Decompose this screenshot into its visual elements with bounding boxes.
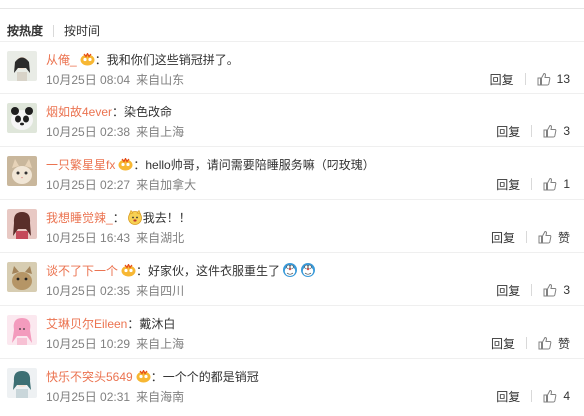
reply-button[interactable]: 回复	[496, 282, 520, 299]
like-button[interactable]: 4	[543, 389, 570, 403]
comment-item: 快乐不突头5649 ： 一个个的都是销冠 10月25日 02:31 来自海南 回…	[0, 359, 584, 412]
action-separator	[524, 73, 526, 85]
avatar[interactable]	[7, 315, 37, 345]
action-separator	[525, 231, 527, 243]
comment-separator: ：	[133, 157, 146, 172]
comment-item: 艾琳贝尔Eileen ： 戴沐白 10月25日 10:29 来自上海 回复 赞	[0, 306, 584, 359]
comment-text: 一个个的都是销冠	[162, 369, 259, 384]
like-count: 4	[563, 389, 570, 403]
comment-text: 我和你们这些销冠拼了。	[106, 52, 239, 67]
thumbs-up-icon	[543, 283, 557, 297]
avatar[interactable]	[7, 209, 37, 239]
comment-time: 10月25日 02:27	[46, 177, 131, 192]
username-link[interactable]: 艾琳贝尔Eileen	[46, 315, 127, 332]
like-count: 赞	[557, 230, 570, 245]
top-divider	[0, 8, 584, 9]
comment-text: 染色改命	[124, 104, 173, 119]
thumbs-up-icon	[537, 72, 551, 86]
like-count: 赞	[557, 336, 570, 351]
vip-badge-icon	[136, 369, 151, 383]
comment-location: 来自上海	[136, 124, 185, 139]
sort-bar: 按热度 按时间	[7, 21, 100, 41]
action-separator	[531, 178, 533, 190]
doraemon-emoji-icon	[300, 262, 316, 278]
comment-text: 戴沐白	[139, 316, 176, 331]
comment-location: 来自山东	[136, 72, 185, 87]
comment-separator: ：	[127, 316, 140, 331]
comment-time: 10月25日 02:31	[46, 389, 131, 404]
username-link[interactable]: 从俺_	[46, 51, 77, 68]
comment-item: 从俺_ ： 我和你们这些销冠拼了。 10月25日 08:04 来自山东 回复 1…	[0, 41, 584, 94]
like-button[interactable]: 1	[543, 177, 570, 191]
thumbs-up-icon	[543, 124, 557, 138]
comment-time: 10月25日 02:35	[46, 283, 131, 298]
comment-location: 来自四川	[136, 283, 185, 298]
reply-button[interactable]: 回复	[496, 123, 520, 140]
comment-item: 烟如故4ever ： 染色改命 10月25日 02:38 来自上海 回复 3	[0, 94, 584, 147]
comment-item: 谈不了下一个 ： 好家伙，这件衣服重生了 10月25日 02:35 来自四川 回…	[0, 253, 584, 306]
username-link[interactable]: 烟如故4ever	[46, 103, 112, 120]
comment-item: 一只繁星星fx ： hello帅哥，请问需要陪睡服务嘛（叼玫瑰） 10月25日 …	[0, 147, 584, 200]
avatar[interactable]	[7, 262, 37, 292]
comment-text: hello帅哥，请问需要陪睡服务嘛（叼玫瑰）	[145, 157, 375, 172]
reply-button[interactable]: 回复	[496, 388, 520, 405]
comment-time: 10月25日 10:29	[46, 336, 131, 351]
action-separator	[525, 337, 527, 349]
comment-separator: ：	[112, 210, 125, 225]
vip-badge-icon	[80, 52, 95, 66]
action-separator	[531, 125, 533, 137]
like-button[interactable]: 3	[543, 283, 570, 297]
comment-separator: ：	[112, 104, 125, 119]
action-separator	[531, 284, 533, 296]
comment-separator: ：	[136, 263, 149, 278]
action-separator	[531, 390, 533, 402]
comment-list: 从俺_ ： 我和你们这些销冠拼了。 10月25日 08:04 来自山东 回复 1…	[0, 41, 584, 412]
username-link[interactable]: 我想睡觉辣_	[46, 209, 113, 226]
comment-item: 我想睡觉辣_ ： 我去！！ 10月25日 16:43 来自湖北 回复 赞	[0, 200, 584, 253]
avatar[interactable]	[7, 368, 37, 398]
avatar[interactable]	[7, 103, 37, 133]
comment-separator: ：	[94, 52, 107, 67]
thumbs-up-icon	[543, 177, 557, 191]
comment-text: 我去！！	[142, 210, 191, 225]
reply-button[interactable]: 回复	[496, 176, 520, 193]
reply-button[interactable]: 回复	[491, 335, 515, 352]
comment-time: 10月25日 02:38	[46, 124, 131, 139]
vip-badge-icon	[118, 157, 133, 171]
sort-by-hot-tab[interactable]: 按热度	[7, 22, 43, 40]
reply-button[interactable]: 回复	[491, 229, 515, 246]
doraemon-emoji-icon	[282, 262, 298, 278]
like-button[interactable]: 赞	[538, 229, 570, 246]
cat-emoji-icon	[127, 209, 143, 225]
comment-location: 来自海南	[136, 389, 185, 404]
like-count: 13	[556, 72, 570, 86]
comment-text: 好家伙，这件衣服重生了	[148, 263, 281, 278]
username-link[interactable]: 一只繁星星fx	[46, 156, 115, 173]
username-link[interactable]: 快乐不突头5649	[46, 368, 133, 385]
comment-time: 10月25日 16:43	[46, 230, 131, 245]
username-link[interactable]: 谈不了下一个	[46, 262, 118, 279]
sort-by-time-tab[interactable]: 按时间	[64, 22, 100, 40]
comment-location: 来自上海	[136, 336, 185, 351]
like-button[interactable]: 13	[537, 72, 570, 86]
like-button[interactable]: 3	[543, 124, 570, 138]
sort-separator	[53, 25, 55, 37]
thumbs-up-icon	[538, 336, 552, 350]
avatar[interactable]	[7, 156, 37, 186]
vip-badge-icon	[121, 263, 136, 277]
comment-location: 来自加拿大	[136, 177, 197, 192]
comment-separator: ：	[150, 369, 163, 384]
avatar[interactable]	[7, 51, 37, 81]
comment-time: 10月25日 08:04	[46, 72, 131, 87]
comment-location: 来自湖北	[136, 230, 185, 245]
thumbs-up-icon	[543, 389, 557, 403]
thumbs-up-icon	[538, 230, 552, 244]
like-button[interactable]: 赞	[538, 335, 570, 352]
like-count: 1	[563, 177, 570, 191]
like-count: 3	[563, 124, 570, 138]
like-count: 3	[563, 283, 570, 297]
reply-button[interactable]: 回复	[490, 71, 514, 88]
